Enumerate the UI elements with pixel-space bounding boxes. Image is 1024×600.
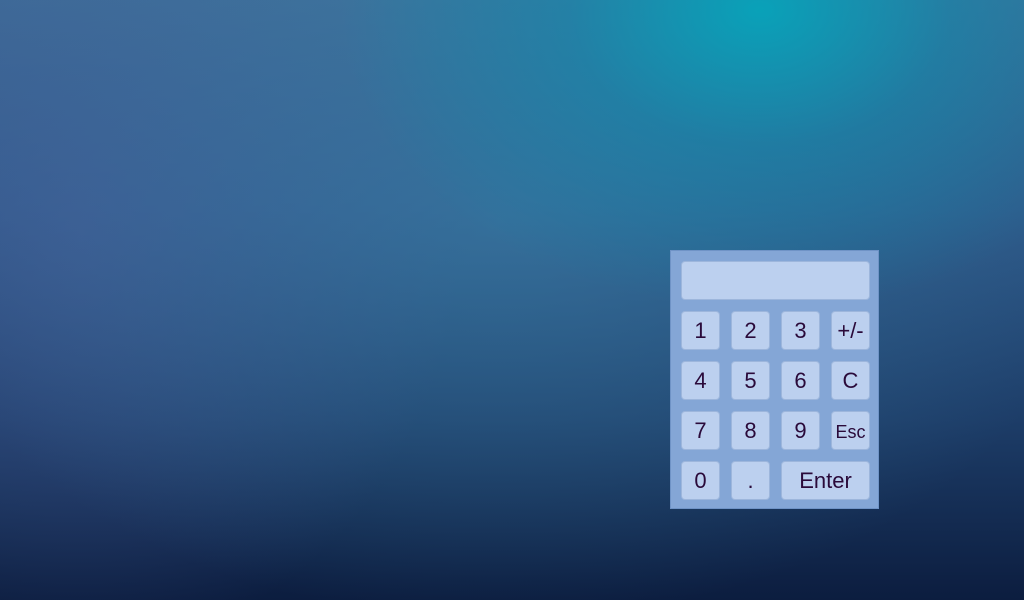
key-decimal[interactable]: . [731, 461, 770, 500]
key-4[interactable]: 4 [681, 361, 720, 400]
key-7[interactable]: 7 [681, 411, 720, 450]
desktop-background: 1 2 3 +/- 4 5 6 C 7 8 9 Esc 0 . Enter [0, 0, 1024, 600]
key-6[interactable]: 6 [781, 361, 820, 400]
key-clear[interactable]: C [831, 361, 870, 400]
key-3[interactable]: 3 [781, 311, 820, 350]
numeric-keypad: 1 2 3 +/- 4 5 6 C 7 8 9 Esc 0 . Enter [670, 250, 879, 509]
key-2[interactable]: 2 [731, 311, 770, 350]
key-enter[interactable]: Enter [781, 461, 870, 500]
key-escape[interactable]: Esc [831, 411, 870, 450]
key-5[interactable]: 5 [731, 361, 770, 400]
key-0[interactable]: 0 [681, 461, 720, 500]
key-8[interactable]: 8 [731, 411, 770, 450]
key-1[interactable]: 1 [681, 311, 720, 350]
key-9[interactable]: 9 [781, 411, 820, 450]
key-plus-minus[interactable]: +/- [831, 311, 870, 350]
keypad-display[interactable] [681, 261, 870, 300]
